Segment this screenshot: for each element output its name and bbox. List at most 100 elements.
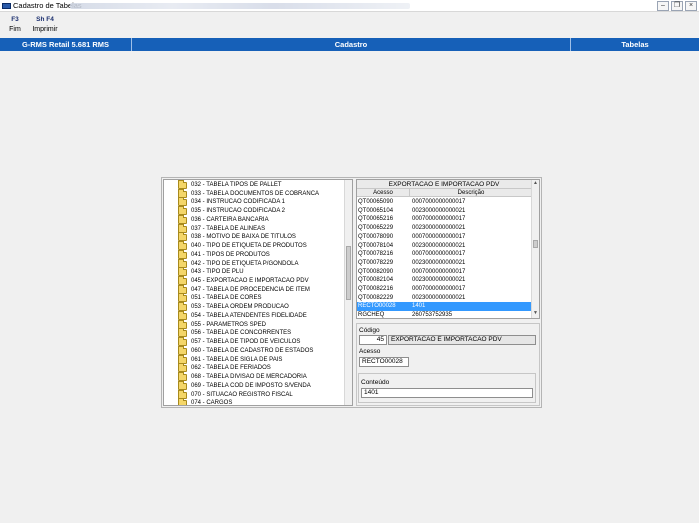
tree-item-label: 037 - TABELA DE ALINEAS bbox=[191, 225, 266, 232]
tree-item-label: 056 - TABELA DE CONCORRENTES bbox=[191, 330, 292, 337]
tree-item[interactable]: 041 - TIPOS DE PRODUTOS bbox=[164, 249, 344, 260]
cell-descricao: 0007000000000017 bbox=[412, 251, 466, 258]
tree-item-label: 034 - INSTRUCAO CODIFICADA 1 bbox=[191, 199, 286, 206]
codigo-label: Código bbox=[359, 327, 380, 334]
tree-item[interactable]: 034 - INSTRUCAO CODIFICADA 1 bbox=[164, 197, 344, 207]
cell-descricao: 0007000000000017 bbox=[412, 199, 466, 205]
tree-item[interactable]: 068 - TABELA DIVISAO DE MERCADORIA bbox=[164, 372, 344, 382]
scroll-up-icon[interactable]: ▲ bbox=[532, 180, 539, 187]
tree-item[interactable]: 037 - TABELA DE ALINEAS bbox=[164, 223, 344, 234]
tree-item[interactable]: 036 - CARTEIRA BANCARIA bbox=[164, 214, 344, 225]
conteudo-field[interactable]: 1401 bbox=[361, 388, 533, 398]
table-row[interactable]: QT00065104 0023000000000021 bbox=[357, 207, 531, 216]
app-icon bbox=[2, 3, 11, 9]
tree-item-label: 035 - INSTRUCAO CODIFICADA 2 bbox=[191, 208, 286, 215]
fim-button[interactable]: F3 Fim bbox=[6, 16, 24, 34]
imprimir-shortcut: Sh F4 bbox=[36, 16, 54, 23]
imprimir-button[interactable]: Sh F4 Imprimir bbox=[29, 16, 61, 34]
table-row[interactable]: QT00078216 0007000000000017 bbox=[357, 250, 531, 259]
cell-descricao: 1401 bbox=[412, 303, 426, 310]
scroll-down-icon[interactable]: ▼ bbox=[532, 310, 539, 317]
cell-acesso: RGCHEQ bbox=[358, 312, 385, 319]
table-row[interactable]: QT00082216 0007000000000017 bbox=[357, 285, 531, 294]
table-row[interactable]: RGCHEQ 260753752935 bbox=[357, 311, 531, 319]
table-row[interactable]: RECTO00028 1401 bbox=[357, 302, 531, 312]
tree-item[interactable]: 032 - TABELA TIPOS DE PALLET bbox=[164, 180, 344, 190]
cell-acesso: QT00078090 bbox=[358, 233, 394, 240]
acesso-field[interactable]: RECTO00028 bbox=[359, 357, 409, 367]
tree-item[interactable]: 053 - TABELA ORDEM PRODUCAO bbox=[164, 302, 344, 312]
tree-item[interactable]: 045 - EXPORTACAO E IMPORTACAO PDV bbox=[164, 276, 344, 286]
tree-item-label: 051 - TABELA DE CORES bbox=[191, 295, 262, 302]
grid-scrollbar-thumb[interactable] bbox=[533, 240, 538, 248]
tree-item-label: 060 - TABELA DE CADASTRO DE ESTADOS bbox=[191, 347, 314, 354]
title-bar: Cadastro de Tabelas – ❐ × bbox=[0, 0, 699, 12]
table-row[interactable]: QT00082229 0023000000000021 bbox=[357, 294, 531, 303]
tree-item[interactable]: 055 - PARAMETROS SPED bbox=[164, 319, 344, 330]
tree-item-label: 032 - TABELA TIPOS DE PALLET bbox=[191, 182, 282, 188]
tree-item[interactable]: 056 - TABELA DE CONCORRENTES bbox=[164, 328, 344, 338]
tree-item[interactable]: 070 - SITUACAO REGISTRO FISCAL bbox=[164, 389, 344, 400]
grid-header: Acesso Descrição bbox=[357, 189, 531, 197]
column-header-descricao[interactable]: Descrição bbox=[411, 189, 531, 197]
tree-item-label: 036 - CARTEIRA BANCARIA bbox=[191, 216, 269, 223]
table-row[interactable]: QT00082090 0007000000000017 bbox=[357, 268, 531, 277]
tree-item[interactable]: 060 - TABELA DE CADASTRO DE ESTADOS bbox=[164, 345, 344, 356]
header-module: Cadastro bbox=[334, 40, 368, 49]
tree-item[interactable]: 040 - TIPO DE ETIQUETA DE PRODUTOS bbox=[164, 241, 344, 251]
cell-acesso: QT00078216 bbox=[358, 251, 394, 258]
table-row[interactable]: QT00065229 0023000000000021 bbox=[357, 224, 531, 233]
cell-acesso: QT00065216 bbox=[358, 216, 394, 223]
table-tree[interactable]: 032 - TABELA TIPOS DE PALLET 033 - TABELA… bbox=[163, 179, 353, 406]
tree-item[interactable]: 038 - MOTIVO DE BAIXA DE TITULOS bbox=[164, 232, 344, 242]
tree-item[interactable]: 069 - TABELA COD DE IMPOSTO S/VENDA bbox=[164, 380, 344, 391]
cell-acesso: QT00082229 bbox=[358, 294, 394, 301]
restore-icon[interactable]: ❐ bbox=[671, 1, 683, 11]
table-row[interactable]: QT00082104 0023000000000021 bbox=[357, 276, 531, 285]
tree-item[interactable]: 051 - TABELA DE CORES bbox=[164, 293, 344, 303]
cell-acesso: QT00065229 bbox=[358, 225, 394, 232]
tree-item[interactable]: 043 - TIPO DE PLU bbox=[164, 267, 344, 277]
tree-item-label: 061 - TABELA DE SIGLA DE PAIS bbox=[191, 356, 283, 363]
tree-item-label: 062 - TABELA DE FERIADOS bbox=[191, 365, 271, 372]
tree-item[interactable]: 057 - TABELA DE TIPOD DE VEICULOS bbox=[164, 337, 344, 347]
conteudo-label: Conteúdo bbox=[361, 379, 390, 386]
cell-descricao: 0023000000000021 bbox=[412, 259, 466, 266]
tree-item-label: 043 - TIPO DE PLU bbox=[191, 269, 244, 276]
cell-acesso: QT00082090 bbox=[358, 268, 394, 275]
table-row[interactable]: QT00078229 0023000000000021 bbox=[357, 259, 531, 268]
table-row[interactable]: QT00078104 0023000000000021 bbox=[357, 242, 531, 251]
tree-scrollbar-thumb[interactable] bbox=[346, 246, 351, 300]
tree-item-label: 054 - TABELA ATENDENTES FIDELIDADE bbox=[191, 312, 307, 319]
grid-scrollbar[interactable]: ▲ ▼ bbox=[531, 180, 539, 318]
cell-descricao: 0007000000000017 bbox=[412, 233, 466, 240]
tree-item-label: 053 - TABELA ORDEM PRODUCAO bbox=[191, 304, 289, 311]
tree-item-label: 045 - EXPORTACAO E IMPORTACAO PDV bbox=[191, 278, 309, 285]
close-icon[interactable]: × bbox=[685, 1, 697, 11]
table-row[interactable]: QT00065090 0007000000000017 bbox=[357, 198, 531, 207]
tree-item[interactable]: 061 - TABELA DE SIGLA DE PAIS bbox=[164, 354, 344, 365]
cell-acesso: QT00078104 bbox=[358, 242, 394, 249]
tree-item[interactable]: 074 - CARGOS bbox=[164, 398, 344, 405]
codigo-field[interactable]: 45 bbox=[359, 335, 387, 345]
minimize-icon[interactable]: – bbox=[657, 1, 669, 11]
tree-item-label: 042 - TIPO DE ETIQUETA P/GONDOLA bbox=[191, 260, 299, 267]
codigo-description-field: EXPORTACAO E IMPORTACAO PDV bbox=[388, 335, 536, 345]
data-grid[interactable]: EXPORTACAO E IMPORTACAO PDV Acesso Descr… bbox=[356, 179, 540, 319]
tree-item[interactable]: 054 - TABELA ATENDENTES FIDELIDADE bbox=[164, 310, 344, 321]
tree-item[interactable]: 035 - INSTRUCAO CODIFICADA 2 bbox=[164, 206, 344, 216]
cell-descricao: 0007000000000017 bbox=[412, 268, 466, 275]
acesso-label: Acesso bbox=[359, 348, 381, 355]
table-row[interactable]: QT00078090 0007000000000017 bbox=[357, 233, 531, 242]
tree-item[interactable]: 042 - TIPO DE ETIQUETA P/GONDOLA bbox=[164, 258, 344, 269]
cell-acesso: QT00082216 bbox=[358, 286, 394, 292]
tree-item[interactable]: 033 - TABELA DOCUMENTOS DE COBRANCA bbox=[164, 188, 344, 199]
cell-descricao: 0023000000000021 bbox=[412, 277, 466, 284]
tree-item-label: 068 - TABELA DIVISAO DE MERCADORIA bbox=[191, 374, 307, 381]
tree-item[interactable]: 047 - TABELA DE PROCEDENCIA DE ITEM bbox=[164, 284, 344, 295]
table-row[interactable]: QT00065216 0007000000000017 bbox=[357, 215, 531, 224]
column-header-acesso[interactable]: Acesso bbox=[357, 189, 410, 197]
tree-item[interactable]: 062 - TABELA DE FERIADOS bbox=[164, 363, 344, 373]
fim-label: Fim bbox=[9, 26, 21, 33]
tree-scrollbar[interactable] bbox=[344, 180, 352, 405]
